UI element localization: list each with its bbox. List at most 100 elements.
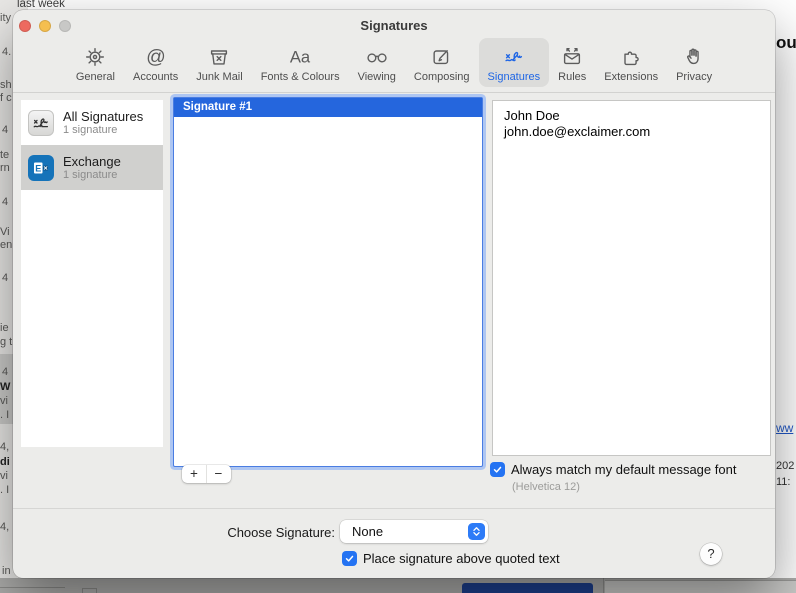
tab-rules[interactable]: Rules	[549, 38, 595, 87]
tab-label: Fonts & Colours	[260, 71, 340, 83]
bg-text-fragment: sh	[0, 79, 12, 91]
choose-signature-select[interactable]: None	[340, 520, 488, 543]
background-section-label: last week	[17, 0, 65, 10]
toolbar-divider	[13, 92, 775, 93]
tab-label: Extensions	[604, 71, 659, 83]
bg-text-fragment: ity	[0, 12, 11, 24]
match-font-row: Always match my default message font	[490, 462, 736, 477]
bg-text-fragment: di	[0, 456, 10, 468]
background-window-edge	[605, 580, 796, 593]
tab-viewing[interactable]: Viewing	[349, 38, 405, 87]
bg-text-fragment: 4	[2, 272, 9, 284]
fonts-aa-icon: Aa	[285, 43, 315, 70]
tab-label: Composing	[413, 71, 470, 83]
tab-label: Rules	[558, 71, 587, 83]
signature-line-name: John Doe	[504, 108, 560, 123]
tab-label: Junk Mail	[196, 71, 243, 83]
bg-text-fragment: f c	[0, 92, 12, 104]
preferences-toolbar: General @ Accounts Junk Mail Aa Fonts & …	[13, 38, 775, 92]
sidebar-item-subtitle: 1 signature	[63, 168, 118, 181]
place-signature-checkbox[interactable]	[342, 551, 357, 566]
tab-general[interactable]: General	[67, 38, 124, 87]
background-divider	[0, 587, 65, 588]
tab-signatures[interactable]: Signatures	[478, 38, 550, 87]
signature-list-item-selected[interactable]: Signature #1	[174, 98, 482, 117]
help-button[interactable]: ?	[700, 543, 722, 565]
screen: ity 4. sh f c 4 te rn 4 Vi en 4 ie g t 4 Wvi . I 4, di vi.…	[0, 0, 796, 593]
add-remove-group: + −	[182, 465, 231, 483]
background-divider	[603, 578, 604, 593]
compose-icon	[430, 43, 454, 70]
signature-line-email: john.doe@exclaimer.com	[504, 124, 651, 139]
bg-text-fragment: rn	[0, 162, 10, 174]
titlebar[interactable]: Signatures	[13, 10, 775, 40]
accounts-sidebar: All Signatures 1 signature E Exchange 1 …	[21, 100, 163, 447]
sidebar-item-title: Exchange	[63, 153, 121, 169]
bg-text-fragment: W	[0, 381, 11, 393]
hand-icon	[682, 43, 706, 70]
rules-envelope-icon	[560, 43, 584, 70]
bg-text-fragment: 11:	[776, 476, 791, 488]
bg-text-fragment: te	[0, 149, 10, 161]
match-font-checkbox[interactable]	[490, 462, 505, 477]
bg-text-fragment: vi	[0, 395, 8, 407]
choose-signature-label: Choose Signature:	[227, 525, 335, 540]
font-detail: (Helvetica 12)	[512, 481, 580, 493]
signature-editor[interactable]: John Doe john.doe@exclaimer.com	[492, 100, 771, 456]
exchange-icon: E	[28, 154, 54, 181]
bg-text-fragment: 4,	[0, 441, 10, 453]
signatures-window: Signatures General @ Accounts Junk Mail …	[13, 10, 775, 578]
sidebar-item-subtitle: 1 signature	[63, 123, 118, 136]
all-signatures-icon	[28, 109, 54, 136]
sidebar-item-title: All Signatures	[63, 108, 144, 124]
bg-text-fragment: ww	[776, 421, 794, 435]
add-signature-button[interactable]: +	[182, 465, 206, 483]
window-title: Signatures	[360, 18, 428, 33]
tab-extensions[interactable]: Extensions	[595, 38, 667, 87]
junk-bin-icon	[207, 43, 231, 70]
bg-text-fragment: en	[0, 239, 13, 251]
bg-text-fragment: . I	[0, 484, 10, 496]
match-font-label: Always match my default message font	[511, 462, 737, 477]
tab-junk-mail[interactable]: Junk Mail	[187, 38, 251, 87]
tab-privacy[interactable]: Privacy	[667, 38, 721, 87]
tab-label: Viewing	[357, 71, 396, 83]
sidebar-item-exchange[interactable]: E Exchange 1 signature	[21, 145, 163, 190]
background-mail-content: ou ww 202 11:	[774, 0, 796, 593]
tab-label: General	[75, 71, 115, 83]
signature-icon	[501, 43, 527, 70]
tab-composing[interactable]: Composing	[405, 38, 479, 87]
signature-list[interactable]: Signature #1	[173, 97, 483, 467]
selected-option: None	[352, 524, 384, 539]
place-signature-row: Place signature above quoted text	[342, 551, 560, 566]
puzzle-icon	[619, 43, 643, 70]
svg-text:Aa: Aa	[290, 47, 311, 66]
bg-text-fragment: 202	[776, 460, 795, 472]
tab-label: Privacy	[676, 71, 713, 83]
bg-text-fragment: 4	[2, 196, 9, 208]
tab-accounts[interactable]: @ Accounts	[124, 38, 187, 87]
bg-text-fragment: 4	[2, 124, 9, 136]
background-blue-button-fragment	[462, 583, 593, 593]
bg-text-fragment: ou	[776, 33, 796, 52]
glasses-icon	[364, 43, 390, 70]
sidebar-item-all-signatures[interactable]: All Signatures 1 signature	[21, 100, 163, 145]
bg-text-fragment: vi	[0, 470, 8, 482]
bg-text-fragment: Vi	[0, 226, 10, 238]
place-signature-label: Place signature above quoted text	[363, 551, 560, 566]
tab-fonts-colours[interactable]: Aa Fonts & Colours	[252, 38, 349, 87]
svg-text:@: @	[146, 46, 166, 68]
section-divider	[13, 508, 775, 509]
at-sign-icon: @	[144, 43, 168, 70]
background-box-fragment	[82, 588, 97, 593]
tab-label: Signatures	[487, 71, 541, 83]
bg-text-fragment: . I	[0, 409, 10, 421]
tab-label: Accounts	[132, 71, 179, 83]
remove-signature-button[interactable]: −	[206, 465, 230, 483]
bg-text-fragment: in	[2, 565, 11, 577]
bg-text-fragment: 4.	[2, 46, 12, 58]
bg-text-fragment: ie	[0, 322, 9, 334]
bg-text-fragment: 4,	[0, 521, 10, 533]
background-bottom-strip	[0, 578, 796, 593]
bg-text-fragment: g t	[0, 336, 13, 348]
